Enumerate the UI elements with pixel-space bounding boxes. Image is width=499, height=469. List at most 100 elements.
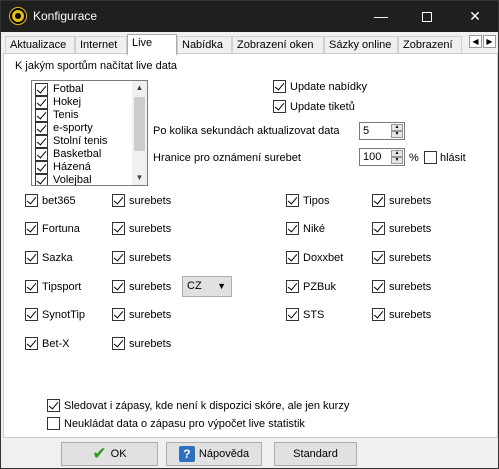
scroll-up-icon[interactable]: ▲ [132, 81, 147, 95]
refresh-interval-value[interactable]: 5 [363, 124, 369, 138]
sport-label: Hokej [53, 96, 82, 108]
sport-label: Házená [53, 161, 91, 173]
decrement-icon[interactable]: ▼ [391, 157, 403, 164]
surebets-checkbox[interactable] [372, 222, 385, 235]
surebets-checkbox[interactable] [112, 222, 125, 235]
scroll-thumb[interactable] [134, 97, 145, 151]
sport-checkbox[interactable] [35, 161, 48, 174]
tab-scroll-right-icon[interactable]: ▶ [483, 35, 496, 48]
tab-sazky-online[interactable]: Sázky online [324, 36, 398, 54]
help-button[interactable]: ? Nápověda [166, 442, 262, 466]
sport-checkbox[interactable] [35, 148, 48, 161]
refresh-interval-stepper[interactable]: 5 ▲ ▼ [359, 122, 405, 140]
no-save-stats-checkbox[interactable] [47, 417, 60, 430]
surebets-label: surebets [389, 195, 432, 207]
surebets-checkbox[interactable] [372, 194, 385, 207]
surebet-threshold-value[interactable]: 100 [363, 150, 381, 164]
bookmaker-label: Doxxbet [303, 252, 344, 264]
bookmaker-checkbox-sts[interactable] [286, 308, 299, 321]
surebets-checkbox[interactable] [112, 337, 125, 350]
surebets-checkbox[interactable] [372, 308, 385, 321]
bookmaker-checkbox-doxxbet[interactable] [286, 251, 299, 264]
sport-checkbox[interactable] [35, 96, 48, 109]
sport-item[interactable]: Hokej [35, 96, 135, 109]
ok-button[interactable]: ✔ OK [61, 442, 158, 466]
surebets-label: surebets [389, 309, 432, 321]
bookmaker-label: bet365 [42, 195, 76, 207]
sport-checkbox[interactable] [35, 122, 48, 135]
config-window: Konfigurace — ✕ Aktualizace Internet Liv… [0, 0, 499, 469]
sport-checkbox[interactable] [35, 135, 48, 148]
update-offers-label: Update nabídky [290, 81, 368, 93]
tipsport-country-select[interactable]: CZ ▼ [182, 276, 232, 297]
standard-button[interactable]: Standard [274, 442, 357, 466]
surebets-checkbox[interactable] [112, 280, 125, 293]
surebets-checkbox[interactable] [112, 194, 125, 207]
tab-internet[interactable]: Internet [75, 36, 127, 54]
surebet-threshold-stepper[interactable]: 100 ▲ ▼ [359, 148, 405, 166]
update-tickets-label: Update tiketů [290, 101, 355, 113]
bookmaker-checkbox-tipos[interactable] [286, 194, 299, 207]
maximize-button[interactable] [404, 1, 450, 32]
surebets-checkbox[interactable] [372, 251, 385, 264]
surebets-checkbox[interactable] [112, 251, 125, 264]
surebets-checkbox[interactable] [112, 308, 125, 321]
bookmaker-checkbox-tipsport[interactable] [25, 280, 38, 293]
surebets-label: surebets [129, 252, 172, 264]
follow-no-score-checkbox[interactable] [47, 399, 60, 412]
minimize-button[interactable]: — [358, 1, 404, 32]
close-button[interactable]: ✕ [452, 1, 498, 32]
title-bar[interactable]: Konfigurace — ✕ [1, 1, 498, 32]
tab-scroll-left-icon[interactable]: ◀ [469, 35, 482, 48]
refresh-interval-label: Po kolika sekundách aktualizovat data [153, 125, 340, 137]
bookmaker-label: STS [303, 309, 325, 321]
scroll-down-icon[interactable]: ▼ [132, 171, 147, 185]
sport-label: e-sporty [53, 122, 93, 134]
update-tickets-checkbox[interactable] [273, 100, 286, 113]
live-panel: K jakým sportům načítat live data Fotbal… [3, 53, 498, 438]
tab-aktualizace[interactable]: Aktualizace [5, 36, 75, 54]
increment-icon[interactable]: ▲ [391, 124, 403, 131]
percent-unit: % [409, 152, 419, 164]
sport-item[interactable]: Fotbal [35, 83, 135, 96]
tab-live[interactable]: Live [127, 34, 177, 55]
sports-list[interactable]: Fotbal Hokej Tenis e-sporty Stolní tenis… [31, 80, 148, 186]
bookmaker-checkbox-nike[interactable] [286, 222, 299, 235]
tab-zobrazeni[interactable]: Zobrazení [398, 36, 462, 54]
surebets-label: surebets [129, 281, 172, 293]
decrement-icon[interactable]: ▼ [391, 131, 403, 138]
bookmaker-checkbox-fortuna[interactable] [25, 222, 38, 235]
surebet-threshold-label: Hranice pro oznámení surebet [153, 152, 301, 164]
bookmaker-checkbox-pzbuk[interactable] [286, 280, 299, 293]
window-title: Konfigurace [33, 9, 98, 23]
bookmaker-checkbox-betx[interactable] [25, 337, 38, 350]
surebets-label: surebets [129, 309, 172, 321]
sport-label: Basketbal [53, 148, 102, 160]
bookmaker-label: Tipsport [42, 281, 82, 293]
report-label: hlásit [440, 152, 466, 164]
tab-nabidka[interactable]: Nabídka [177, 36, 232, 54]
surebets-label: surebets [389, 223, 432, 235]
tab-zobrazeni-oken[interactable]: Zobrazení oken [232, 36, 324, 54]
update-offers-checkbox[interactable] [273, 80, 286, 93]
sports-scrollbar[interactable]: ▲ ▼ [132, 81, 147, 185]
sports-label: K jakým sportům načítat live data [15, 60, 178, 72]
sport-checkbox[interactable] [35, 109, 48, 122]
sport-label: Fotbal [53, 83, 84, 95]
bookmaker-checkbox-sazka[interactable] [25, 251, 38, 264]
sport-checkbox[interactable] [35, 83, 48, 96]
follow-no-score-label: Sledovat i zápasy, kde není k dispozici … [64, 400, 350, 412]
standard-label: Standard [293, 448, 338, 460]
maximize-icon [422, 12, 432, 23]
bookmaker-label: Tipos [303, 195, 330, 207]
sport-label: Stolní tenis [53, 135, 108, 147]
report-checkbox[interactable] [424, 151, 437, 164]
sport-checkbox[interactable] [35, 174, 48, 185]
surebets-checkbox[interactable] [372, 280, 385, 293]
bookmaker-checkbox-bet365[interactable] [25, 194, 38, 207]
increment-icon[interactable]: ▲ [391, 150, 403, 157]
bookmaker-checkbox-synottip[interactable] [25, 308, 38, 321]
sport-item[interactable]: Volejbal [35, 174, 135, 185]
sport-label: Tenis [53, 109, 79, 121]
surebets-label: surebets [389, 252, 432, 264]
